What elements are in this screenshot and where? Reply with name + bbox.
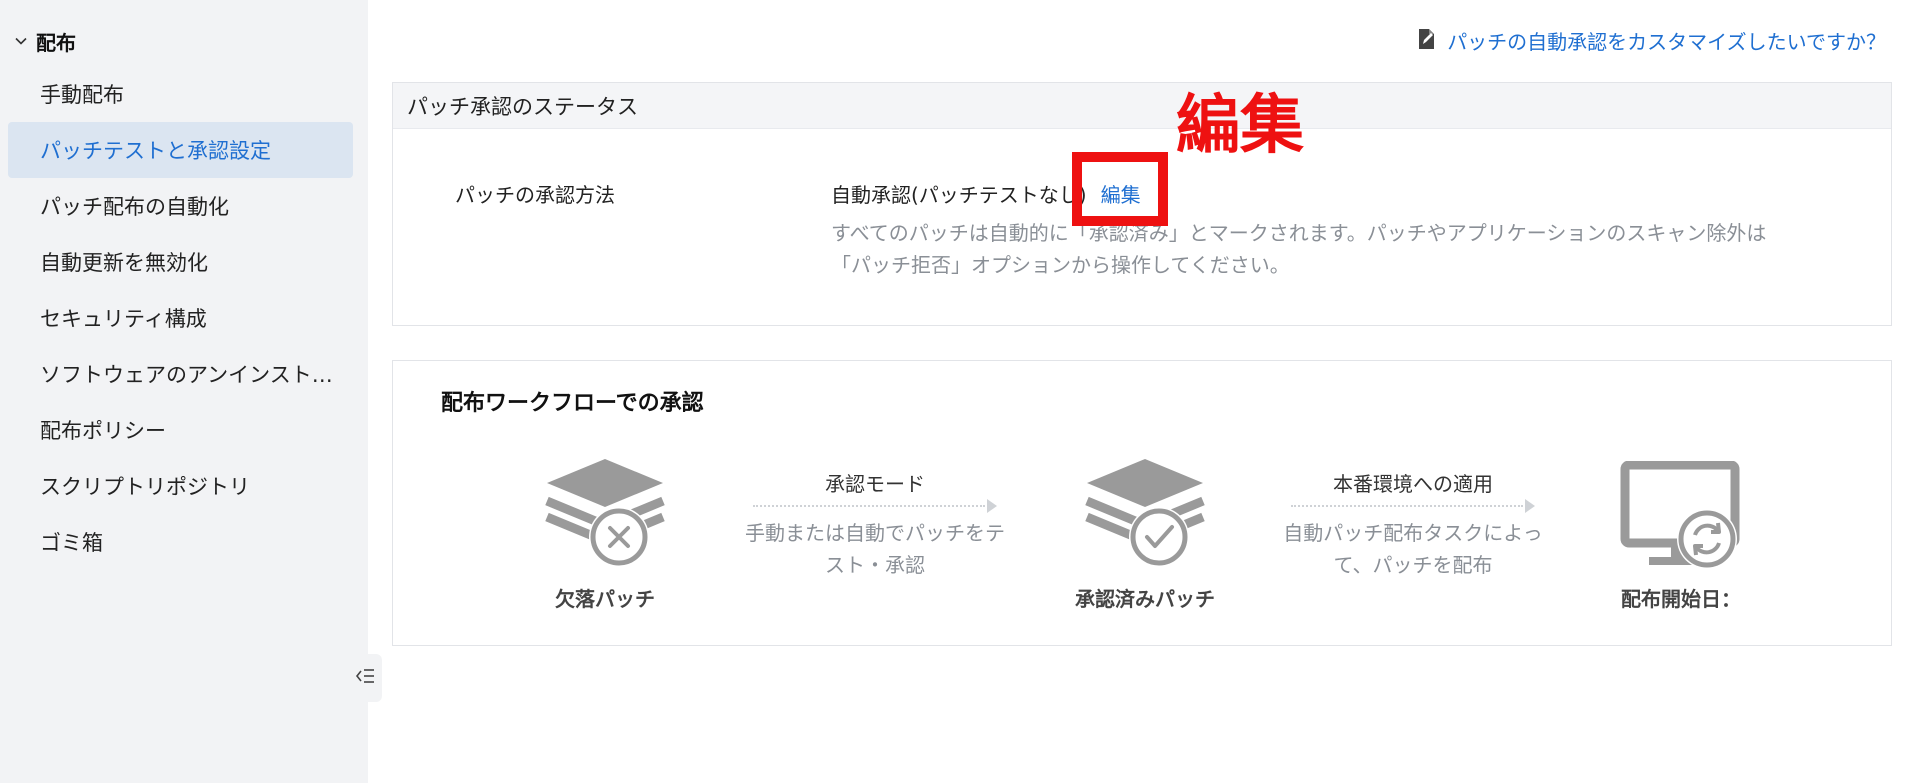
sidebar-collapse-button[interactable]	[348, 654, 382, 702]
approval-description-line1: すべてのパッチは自動的に「承認済み」とマークされます。パッチやアプリケーションの…	[831, 221, 1767, 245]
sidebar-section-deployment[interactable]: 配布	[10, 26, 76, 56]
deployment-start-label: 配布開始日：	[1621, 587, 1741, 611]
sidebar-item-trash[interactable]: ゴミ箱	[8, 514, 353, 570]
production-description: 自動パッチ配布タスクによっ て、パッチを配布	[1273, 517, 1553, 581]
deployment-workflow-card: 配布ワークフローでの承認 欠落パッチ 承認モード 手動または自動でパッチをテ ス…	[392, 360, 1892, 646]
production-desc-line1: 自動パッチ配布タスクによっ	[1283, 521, 1543, 545]
sidebar-menu: 手動配布 パッチテストと承認設定 パッチ配布の自動化 自動更新を無効化 セキュリ…	[8, 66, 353, 570]
approval-mode-step: 承認モード 手動または自動でパッチをテ スト・承認	[735, 469, 1015, 581]
sidebar-item-script-repository[interactable]: スクリプトリポジトリ	[8, 458, 353, 514]
sidebar-item-disable-auto-update[interactable]: 自動更新を無効化	[8, 234, 353, 290]
sidebar: 配布 手動配布 パッチテストと承認設定 パッチ配布の自動化 自動更新を無効化 セ…	[0, 0, 368, 783]
production-title: 本番環境への適用	[1333, 472, 1493, 496]
approval-description-line2: 「パッチ拒否」オプションから操作してください。	[831, 253, 1290, 277]
sidebar-section-title: 配布	[36, 30, 76, 55]
annotation-label: 編集	[1176, 89, 1304, 163]
sidebar-item-patch-test-approval[interactable]: パッチテストと承認設定	[8, 122, 353, 178]
sidebar-item-patch-automation[interactable]: パッチ配布の自動化	[8, 178, 353, 234]
edit-document-icon	[1417, 28, 1437, 54]
approval-mode-desc-line2: スト・承認	[825, 553, 925, 577]
customize-auto-approval-link[interactable]: パッチの自動承認をカスタマイズしたいですか？	[1417, 26, 1886, 55]
approval-mode-desc-line1: 手動または自動でパッチをテ	[745, 521, 1005, 545]
approval-mode-description: 手動または自動でパッチをテ スト・承認	[735, 517, 1015, 581]
sidebar-item-manual-deployment[interactable]: 手動配布	[8, 66, 353, 122]
sidebar-item-security-config[interactable]: セキュリティ構成	[8, 290, 353, 346]
sidebar-item-deployment-policy[interactable]: 配布ポリシー	[8, 402, 353, 458]
customize-auto-approval-text: パッチの自動承認をカスタマイズしたいですか？	[1447, 30, 1886, 54]
annotation-highlight-box	[1072, 152, 1168, 226]
layers-x-icon	[543, 457, 667, 573]
approval-mode-title: 承認モード	[825, 472, 925, 496]
approval-description: すべてのパッチは自動的に「承認済み」とマークされます。パッチやアプリケーションの…	[831, 217, 1831, 281]
monitor-sync-icon	[1619, 460, 1743, 577]
chevron-down-icon	[10, 30, 32, 52]
production-desc-line2: て、パッチを配布	[1333, 553, 1493, 577]
approval-method-label: パッチの承認方法	[455, 183, 615, 207]
sidebar-item-software-uninstall[interactable]: ソフトウェアのアンインスト…	[8, 346, 353, 402]
approved-patches-label: 承認済みパッチ	[1075, 587, 1215, 611]
card-title: パッチ承認のステータス	[393, 83, 1891, 129]
layers-check-icon	[1083, 457, 1207, 573]
collapse-sidebar-icon	[354, 666, 376, 690]
production-step: 本番環境への適用 自動パッチ配布タスクによっ て、パッチを配布	[1273, 469, 1553, 581]
production-arrow	[1291, 499, 1535, 513]
missing-patches-label: 欠落パッチ	[555, 587, 655, 611]
approval-mode-arrow	[753, 499, 997, 513]
approval-method-value: 自動承認(パッチテストなし)	[831, 183, 1087, 207]
workflow-title: 配布ワークフローでの承認	[441, 391, 704, 416]
